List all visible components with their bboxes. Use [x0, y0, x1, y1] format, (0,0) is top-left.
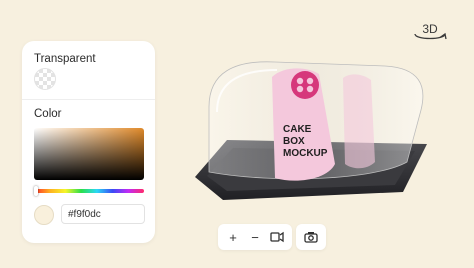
zoom-controls: + −: [218, 224, 292, 250]
label-line-1: CAKE: [283, 124, 312, 135]
zoom-out-button[interactable]: −: [244, 226, 266, 248]
label-line-2: BOX: [283, 136, 305, 147]
fit-view-icon: [270, 231, 284, 243]
transparent-swatch[interactable]: [34, 68, 56, 90]
rotate-3d-icon: 3D: [414, 22, 447, 40]
reset-view-button[interactable]: [266, 226, 288, 248]
viewer-toolbar: + −: [218, 224, 326, 250]
hue-slider[interactable]: [34, 189, 144, 193]
color-label: Color: [34, 108, 62, 120]
current-color-swatch: [34, 205, 54, 225]
panel-divider: [22, 99, 155, 100]
zoom-in-button[interactable]: +: [222, 226, 244, 248]
color-panel: Transparent Color: [22, 41, 155, 243]
screenshot-button[interactable]: [300, 226, 322, 248]
transparent-label: Transparent: [34, 53, 96, 65]
view-3d-button[interactable]: 3D: [411, 19, 449, 45]
label-line-3: MOCKUP: [283, 148, 328, 159]
hex-color-input[interactable]: [61, 204, 145, 224]
camera-icon: [304, 232, 318, 243]
hue-slider-thumb[interactable]: [34, 186, 38, 196]
brand-logo-icon: [291, 71, 319, 99]
view-mode-label: 3D: [422, 22, 438, 36]
cake-box-illustration: CAKE BOX MOCKUP: [195, 61, 427, 200]
color-gradient-picker[interactable]: [34, 128, 144, 180]
snapshot-controls: [296, 224, 326, 250]
